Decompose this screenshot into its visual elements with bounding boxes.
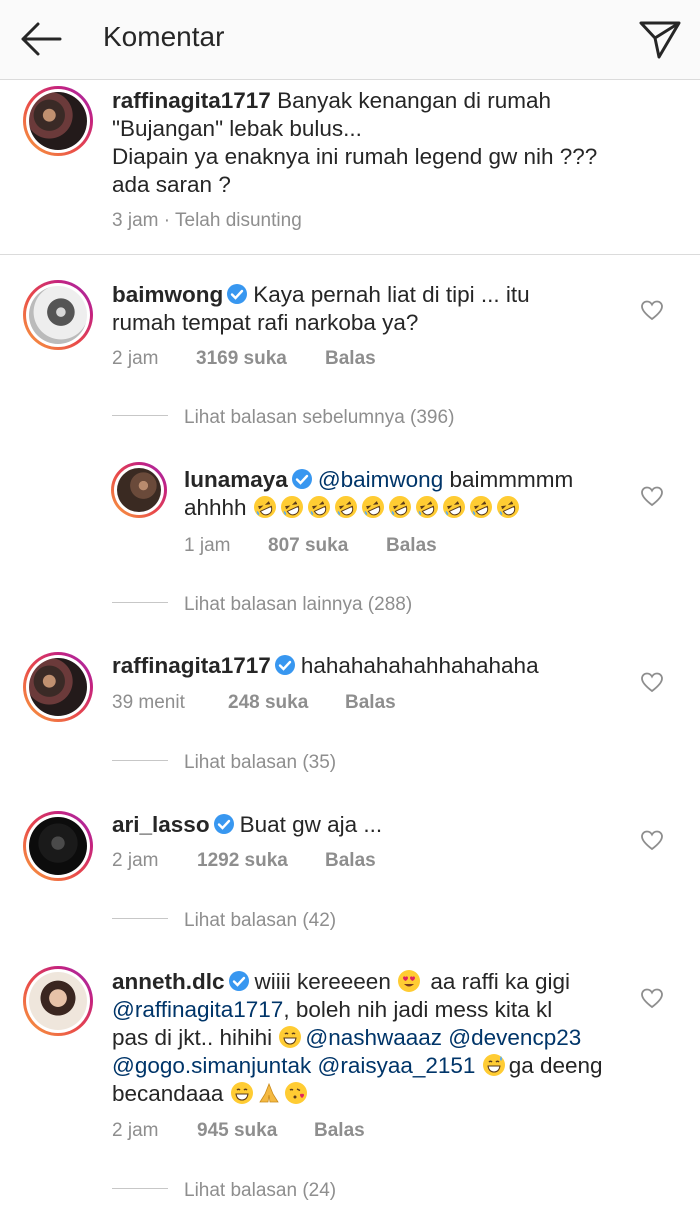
comment-username[interactable]: ari_lasso — [112, 812, 210, 837]
verified-badge-icon — [291, 469, 312, 489]
folded-hands-emoji-icon — [258, 1082, 279, 1103]
mention-link[interactable]: @gogo.simanjuntak — [112, 1053, 311, 1078]
comment-text: ari_lasso Buat gw aja ... — [112, 812, 383, 837]
mention-link[interactable]: @devencp23 — [448, 1025, 581, 1050]
caption-text: ada saran ? — [112, 172, 231, 197]
rofl-emoji-icon — [496, 496, 519, 518]
comment-text: becandaaa — [112, 1080, 311, 1108]
caption-meta: 3 jam · Telah disunting — [112, 210, 302, 231]
reply-button[interactable]: Balas — [325, 850, 376, 872]
rofl-emoji-icon — [334, 496, 357, 518]
comment-text: ahhhh — [184, 494, 523, 522]
comment-username[interactable]: raffinagita1717 — [112, 88, 271, 113]
comment-username[interactable]: baimwong — [112, 282, 223, 307]
comment-username[interactable]: anneth.dlc — [112, 969, 225, 994]
likes-count[interactable]: 3169 suka — [196, 348, 287, 370]
caption-text: Banyak kenangan di rumah — [277, 88, 552, 113]
comment-text: raffinagita1717 hahahahahahhahahaha — [112, 653, 539, 678]
likes-count[interactable]: 1292 suka — [197, 850, 288, 872]
rofl-emoji-icon — [361, 496, 384, 518]
likes-count[interactable]: 807 suka — [268, 535, 348, 557]
mention-link[interactable]: @raffinagita1717 — [112, 997, 283, 1022]
view-replies-link[interactable]: Lihat balasan sebelumnya (396) — [112, 407, 454, 429]
view-replies-link[interactable]: Lihat balasan lainnya (288) — [112, 594, 412, 616]
caption-text: Diapain ya enaknya ini rumah legend gw n… — [112, 144, 598, 169]
comment-text: pas di jkt.. hihihi @nashwaaaz @devencp2… — [112, 1025, 582, 1050]
back-arrow-icon[interactable] — [18, 19, 64, 59]
comment-text: lunamaya @baimwong baimmmmm — [184, 467, 574, 492]
reply-button[interactable]: Balas — [345, 692, 396, 714]
caption-line: raffinagita1717 Banyak kenangan di rumah — [112, 87, 551, 115]
rofl-emoji-icon — [280, 496, 303, 518]
avatar[interactable] — [23, 280, 93, 350]
caption-text: "Bujangan" lebak bulus... — [112, 116, 362, 141]
send-direct-icon[interactable] — [638, 18, 682, 60]
rofl-emoji-icon — [415, 496, 438, 518]
rofl-emoji-icon — [253, 496, 276, 518]
mention-link[interactable]: @nashwaaaz — [305, 1025, 442, 1050]
sweat-smile-emoji-icon — [482, 1054, 505, 1076]
heart-eyes-emoji-icon — [398, 970, 421, 992]
reply-button[interactable]: Balas — [314, 1120, 365, 1142]
view-replies-link[interactable]: Lihat balasan (24) — [112, 1180, 336, 1202]
heart-icon[interactable] — [640, 299, 664, 321]
comment-username[interactable]: lunamaya — [184, 467, 288, 492]
comment-username[interactable]: raffinagita1717 — [112, 653, 271, 678]
view-replies-link[interactable]: Lihat balasan (42) — [112, 910, 336, 932]
comment-time: 2 jam — [112, 850, 159, 871]
avatar[interactable] — [23, 811, 93, 881]
heart-icon[interactable] — [640, 829, 664, 851]
mention-link[interactable]: @raisyaa_2151 — [317, 1053, 475, 1078]
emoji-group — [253, 495, 523, 520]
heart-icon[interactable] — [640, 485, 664, 507]
grinning-emoji-icon — [279, 1026, 302, 1048]
rofl-emoji-icon — [307, 496, 330, 518]
avatar[interactable] — [23, 652, 93, 722]
page-title: Komentar — [103, 21, 225, 52]
likes-count[interactable]: 248 suka — [228, 692, 308, 714]
divider — [0, 254, 700, 255]
avatar[interactable] — [23, 86, 93, 156]
verified-badge-icon — [213, 814, 234, 834]
comment-text: @raffinagita1717, boleh nih jadi mess ki… — [112, 997, 553, 1022]
comment-time: 2 jam — [112, 1120, 159, 1141]
heart-icon[interactable] — [640, 987, 664, 1009]
heart-icon[interactable] — [640, 671, 664, 693]
kissing-heart-emoji-icon — [284, 1082, 307, 1104]
verified-badge-icon — [228, 971, 249, 991]
avatar[interactable] — [111, 462, 167, 518]
grinning-emoji-icon — [230, 1082, 253, 1104]
rofl-emoji-icon — [388, 496, 411, 518]
comment-text: rumah tempat rafi narkoba ya? — [112, 310, 419, 335]
verified-badge-icon — [274, 655, 295, 675]
view-replies-link[interactable]: Lihat balasan (35) — [112, 752, 336, 774]
rofl-emoji-icon — [442, 496, 465, 518]
comment-time: 2 jam — [112, 348, 159, 369]
comment-text: @gogo.simanjuntak @raisyaa_2151 ga deeng — [112, 1053, 603, 1078]
top-bar: Komentar — [0, 0, 700, 80]
reply-button[interactable]: Balas — [325, 348, 376, 370]
comment-text: anneth.dlc wiiii kereeeen aa raffi ka gig… — [112, 969, 571, 994]
comment-time: 39 menit — [112, 692, 185, 713]
mention-link[interactable]: @baimwong — [318, 467, 443, 492]
reply-button[interactable]: Balas — [386, 535, 437, 557]
likes-count[interactable]: 945 suka — [197, 1120, 277, 1142]
rofl-emoji-icon — [469, 496, 492, 518]
verified-badge-icon — [227, 284, 248, 304]
comment-text: baimwong Kaya pernah liat di tipi ... itu — [112, 282, 530, 307]
comment-time: 1 jam — [184, 535, 231, 556]
avatar[interactable] — [23, 966, 93, 1036]
